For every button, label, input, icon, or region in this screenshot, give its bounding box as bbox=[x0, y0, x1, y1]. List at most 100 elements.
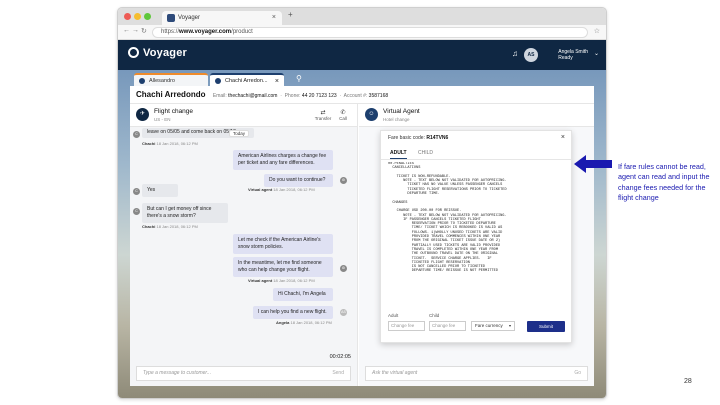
send-button[interactable]: Send bbox=[332, 367, 344, 380]
conversation-timer: 00:02:05 bbox=[329, 354, 351, 360]
message-meta: Angela 18 Jan 2018, 06:12 PM bbox=[276, 320, 332, 325]
forward-icon[interactable]: → bbox=[132, 27, 139, 34]
close-window-button[interactable] bbox=[124, 13, 131, 20]
virtual-agent-avatar: ⚙ bbox=[340, 177, 347, 184]
list-item: I can help you find a new flight. bbox=[253, 306, 333, 319]
conversation-locale: US - EN bbox=[154, 117, 171, 122]
avatar[interactable]: AS bbox=[524, 48, 538, 62]
message-meta: Virtual agent 18 Jan 2018, 06:12 PM bbox=[248, 187, 315, 192]
chevron-down-icon: ▾ bbox=[508, 323, 511, 328]
phone-label: Phone: bbox=[284, 93, 301, 99]
call-button[interactable]: ✆ Call bbox=[333, 109, 353, 121]
conversation-pane: ✈ Flight change US - EN ⇄ Transfer ✆ Call … bbox=[130, 104, 358, 386]
bell-icon[interactable]: ♫ bbox=[512, 49, 518, 58]
customer-account: 3587168 bbox=[368, 93, 389, 99]
virtual-agent-input[interactable]: Ask the virtual agent Go bbox=[365, 366, 588, 381]
transfer-button[interactable]: ⇄ Transfer bbox=[313, 109, 333, 121]
customer-email: thechachi@gmail.com bbox=[228, 93, 278, 99]
virtual-agent-title: Virtual Agent bbox=[383, 108, 420, 115]
composer-placeholder: Type a message to customer... bbox=[143, 370, 212, 376]
message-meta: Chachi 18 Jan 2018, 06:12 PM bbox=[142, 224, 198, 229]
fare-code: R14TVN6 bbox=[426, 135, 449, 141]
modal-divider bbox=[381, 159, 571, 160]
customer-phone: 44 20 7123 123 bbox=[301, 93, 337, 99]
tab-adult[interactable]: ADULT bbox=[390, 150, 407, 159]
address-bar-row: ← → ↻ https://www.voyager.com/product ☆ bbox=[118, 25, 606, 40]
new-tab-icon[interactable]: + bbox=[288, 10, 293, 19]
reload-icon[interactable]: ↻ bbox=[141, 27, 147, 35]
app-logo: Voyager bbox=[128, 47, 187, 59]
conversation-title: Flight change bbox=[154, 108, 194, 115]
badge-icon bbox=[139, 78, 145, 84]
list-item: Yes bbox=[142, 184, 178, 197]
customer-message-input[interactable]: Type a message to customer... Send bbox=[136, 366, 351, 381]
fare-currency-select[interactable]: Fare currency ▾ bbox=[471, 321, 515, 331]
email-label: Email: bbox=[212, 93, 227, 99]
fare-rules-text: 00.PENALTIES CANCELLATIONS TICKET IS NON… bbox=[388, 162, 507, 274]
favicon-icon bbox=[167, 14, 175, 22]
list-item: Hi Chachi, I'm Angela bbox=[273, 288, 333, 301]
submit-button[interactable]: Submit bbox=[527, 321, 565, 332]
url-prefix: https:// bbox=[161, 29, 180, 35]
search-icon[interactable]: ⚲ bbox=[296, 74, 302, 83]
browser-tabstrip: Voyager × + bbox=[118, 8, 606, 25]
account-label: Account #: bbox=[343, 93, 368, 99]
logo-icon bbox=[128, 47, 139, 58]
call-label: Call bbox=[339, 116, 347, 121]
plane-icon: ✈ bbox=[136, 108, 149, 121]
browser-tab[interactable]: Voyager × bbox=[162, 11, 282, 25]
chevron-down-icon[interactable]: ⌄ bbox=[594, 50, 599, 57]
slide: Voyager × + ← → ↻ https://www.voyager.co… bbox=[0, 0, 720, 405]
message-meta: Virtual agent 18 Jan 2018, 06:12 PM bbox=[248, 278, 315, 283]
customer-name: Chachi Arredondo bbox=[136, 90, 206, 99]
tab-child[interactable]: CHILD bbox=[418, 150, 433, 156]
list-item: In the meantime, let me find someone who… bbox=[233, 257, 333, 277]
customer-info-bar: Chachi Arredondo Email: thechachi@gmail.… bbox=[130, 86, 594, 104]
annotation-note: If fare rules cannot be read, agent can … bbox=[618, 162, 710, 203]
chat-icon bbox=[215, 78, 221, 84]
virtual-agent-pane: ☺ Virtual Agent Hotel change Fare basic … bbox=[359, 104, 594, 386]
list-item: But can I get money off since there's a … bbox=[142, 203, 228, 223]
user-info[interactable]: Angela Smith Ready bbox=[558, 49, 588, 61]
phone-icon: ✆ bbox=[340, 110, 346, 116]
close-tab-icon[interactable]: × bbox=[272, 11, 276, 25]
customer-avatar: C bbox=[133, 208, 140, 215]
logo-text: Voyager bbox=[143, 47, 187, 59]
modal-title: Fare basic code: R14TVN6 bbox=[388, 135, 449, 141]
virtual-agent-subtitle: Hotel change bbox=[383, 117, 410, 122]
list-item: American Airlines charges a change fee p… bbox=[233, 150, 333, 170]
tab-label: Allesandro bbox=[149, 78, 175, 84]
adult-label: Adult bbox=[388, 313, 399, 318]
back-icon[interactable]: ← bbox=[123, 27, 130, 34]
list-item: Do you want to continue? bbox=[264, 174, 333, 187]
transfer-icon: ⇄ bbox=[320, 110, 326, 116]
virtual-agent-avatar: ⚙ bbox=[340, 265, 347, 272]
maximize-window-button[interactable] bbox=[144, 13, 151, 20]
tab-chachi[interactable]: Chachi Arredon... × bbox=[210, 73, 284, 86]
page-number: 28 bbox=[684, 378, 692, 385]
agent-avatar: AS bbox=[340, 309, 347, 316]
url-field[interactable]: https://www.voyager.com/product bbox=[152, 27, 588, 38]
bookmark-star-icon[interactable]: ☆ bbox=[594, 27, 600, 35]
user-status: Ready bbox=[558, 55, 573, 61]
app-topbar: Voyager ♫ AS Angela Smith Ready ⌄ bbox=[118, 40, 606, 70]
robot-icon: ☺ bbox=[365, 108, 378, 121]
child-change-fee-input[interactable]: Change fee bbox=[429, 321, 466, 331]
conversation-header: ✈ Flight change US - EN ⇄ Transfer ✆ Call bbox=[130, 104, 357, 127]
virtual-agent-header: ☺ Virtual Agent Hotel change bbox=[359, 104, 594, 127]
close-icon[interactable]: × bbox=[561, 134, 565, 141]
child-label: Child bbox=[429, 313, 440, 318]
adult-change-fee-input[interactable]: Change fee bbox=[388, 321, 425, 331]
currency-label: Fare currency bbox=[475, 323, 503, 328]
fare-rules-modal: Fare basic code: R14TVN6 × ADULT CHILD 0… bbox=[380, 130, 572, 343]
tab-label: Chachi Arredon... bbox=[225, 78, 268, 84]
transfer-label: Transfer bbox=[314, 116, 332, 121]
tab-allesandro[interactable]: Allesandro bbox=[134, 73, 208, 86]
minimize-window-button[interactable] bbox=[134, 13, 141, 20]
url-domain: www.voyager.com bbox=[179, 29, 232, 35]
list-item: Let me check if the American Airline's s… bbox=[233, 234, 333, 254]
url-path: /product bbox=[231, 29, 253, 35]
customer-avatar: C bbox=[133, 188, 140, 195]
browser-tab-title: Voyager bbox=[178, 15, 201, 21]
go-button[interactable]: Go bbox=[574, 367, 581, 380]
